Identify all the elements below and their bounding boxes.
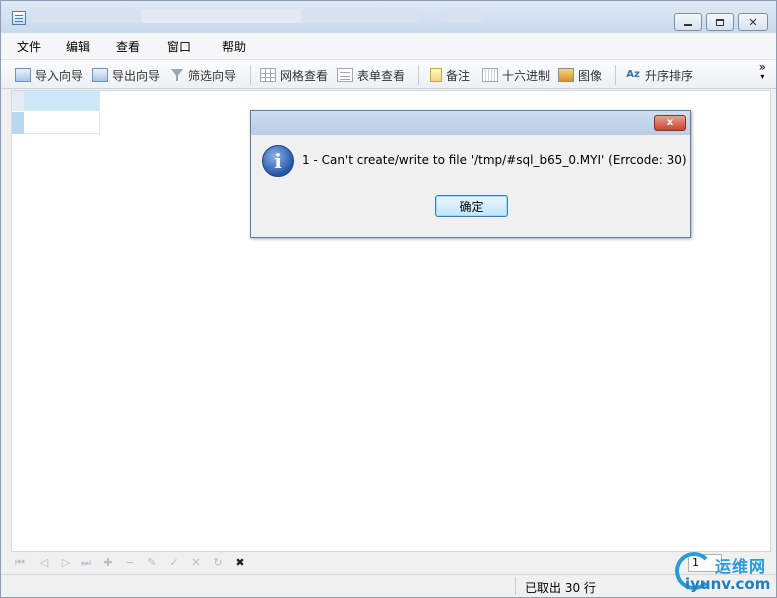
site-watermark-logo: 运维网 iyunv.com bbox=[675, 551, 777, 597]
status-bar: 已取出 30 行 bbox=[1, 574, 776, 597]
filter-wizard-label: 筛选向导 bbox=[188, 68, 237, 83]
note-button[interactable]: 备注 bbox=[430, 66, 470, 84]
close-icon: ✕ bbox=[748, 15, 758, 29]
image-icon bbox=[558, 68, 574, 82]
title-redacted bbox=[31, 9, 141, 23]
filter-wizard-button[interactable]: 筛选向导 bbox=[170, 66, 236, 84]
maximize-button[interactable] bbox=[706, 13, 734, 31]
hex-icon bbox=[482, 68, 498, 82]
refresh-icon[interactable]: ↻ bbox=[211, 556, 225, 570]
delete-record-icon[interactable]: − bbox=[123, 556, 137, 570]
toolbar-separator bbox=[250, 65, 251, 85]
row-header[interactable] bbox=[12, 91, 24, 111]
title-bar[interactable]: ✕ bbox=[1, 1, 776, 33]
image-button[interactable]: 图像 bbox=[558, 66, 602, 84]
filter-icon bbox=[170, 68, 184, 82]
info-icon: i bbox=[262, 145, 294, 177]
apply-changes-icon[interactable]: ✓ bbox=[167, 556, 181, 570]
record-navigation-bar: ⏮ ◁ ▷ ⏭ ✚ − ✎ ✓ ✕ ↻ ✖ 1 bbox=[11, 553, 771, 573]
error-message: 1 - Can't create/write to file '/tmp/#sq… bbox=[302, 153, 687, 167]
grid-cell-selected[interactable] bbox=[24, 91, 100, 111]
stop-icon[interactable]: ✖ bbox=[233, 556, 247, 570]
dialog-body: i 1 - Can't create/write to file '/tmp/#… bbox=[251, 135, 690, 237]
toolbar-overflow-button[interactable]: » ▾ bbox=[758, 60, 766, 82]
title-redacted bbox=[141, 9, 301, 23]
add-record-icon[interactable]: ✚ bbox=[101, 556, 115, 570]
status-separator bbox=[515, 577, 516, 595]
maximize-icon bbox=[716, 18, 724, 26]
minimize-button[interactable] bbox=[674, 13, 702, 31]
image-label: 图像 bbox=[578, 68, 603, 83]
app-window: ✕ 文件 编辑 查看 窗口 帮助 导入向导 导出向导 筛选向导 网格查看 表单查… bbox=[0, 0, 777, 598]
watermark-cn-text: 运维网 bbox=[715, 557, 767, 576]
discard-changes-icon[interactable]: ✕ bbox=[189, 556, 203, 570]
note-label: 备注 bbox=[446, 68, 471, 83]
previous-record-icon[interactable]: ◁ bbox=[37, 556, 51, 570]
next-record-icon[interactable]: ▷ bbox=[59, 556, 73, 570]
toolbar-separator bbox=[418, 65, 419, 85]
grid-view-label: 网格查看 bbox=[280, 68, 329, 83]
export-wizard-label: 导出向导 bbox=[112, 68, 161, 83]
sort-ascending-button[interactable]: Az 升序排序 bbox=[625, 66, 693, 84]
form-view-icon bbox=[337, 68, 353, 82]
import-wizard-button[interactable]: 导入向导 bbox=[15, 66, 83, 84]
sort-ascending-label: 升序排序 bbox=[645, 68, 694, 83]
toolbar: 导入向导 导出向导 筛选向导 网格查看 表单查看 备注 十六进制 图像 Az 升… bbox=[1, 59, 776, 89]
rows-fetched-status: 已取出 30 行 bbox=[525, 581, 596, 595]
app-table-icon bbox=[12, 11, 26, 25]
export-wizard-icon bbox=[92, 68, 108, 82]
menu-view[interactable]: 查看 bbox=[116, 38, 140, 55]
form-view-label: 表单查看 bbox=[357, 68, 406, 83]
menu-edit[interactable]: 编辑 bbox=[66, 38, 90, 55]
minimize-icon bbox=[684, 24, 692, 26]
import-wizard-icon bbox=[15, 68, 31, 82]
edit-record-icon[interactable]: ✎ bbox=[145, 556, 159, 570]
grid-view-icon bbox=[260, 68, 276, 82]
title-redacted bbox=[301, 9, 421, 23]
menu-window[interactable]: 窗口 bbox=[167, 38, 191, 55]
hex-label: 十六进制 bbox=[502, 68, 551, 83]
close-button[interactable]: ✕ bbox=[738, 13, 768, 31]
sort-ascending-icon: Az bbox=[626, 69, 640, 80]
hex-button[interactable]: 十六进制 bbox=[482, 66, 550, 84]
menu-bar: 文件 编辑 查看 窗口 帮助 bbox=[1, 33, 776, 59]
watermark-en-text: iyunv.com bbox=[685, 575, 771, 593]
menu-file[interactable]: 文件 bbox=[17, 38, 41, 55]
form-view-button[interactable]: 表单查看 bbox=[337, 66, 405, 84]
title-redacted bbox=[441, 9, 483, 23]
grid-cell[interactable] bbox=[24, 112, 100, 134]
dialog-close-button[interactable]: x bbox=[654, 115, 686, 131]
import-wizard-label: 导入向导 bbox=[35, 68, 84, 83]
close-icon: x bbox=[666, 117, 674, 128]
toolbar-separator bbox=[615, 65, 616, 85]
menu-help[interactable]: 帮助 bbox=[222, 38, 246, 55]
overflow-chevron-icon: » bbox=[758, 60, 766, 74]
row-header-selected[interactable] bbox=[12, 112, 24, 134]
last-record-icon[interactable]: ⏭ bbox=[79, 556, 93, 570]
export-wizard-button[interactable]: 导出向导 bbox=[92, 66, 160, 84]
first-record-icon[interactable]: ⏮ bbox=[13, 556, 27, 570]
ok-button[interactable]: 确定 bbox=[435, 195, 508, 217]
grid-view-button[interactable]: 网格查看 bbox=[260, 66, 328, 84]
note-icon bbox=[430, 68, 442, 82]
dialog-title-bar[interactable]: x bbox=[251, 111, 690, 135]
error-dialog: x i 1 - Can't create/write to file '/tmp… bbox=[250, 110, 691, 238]
